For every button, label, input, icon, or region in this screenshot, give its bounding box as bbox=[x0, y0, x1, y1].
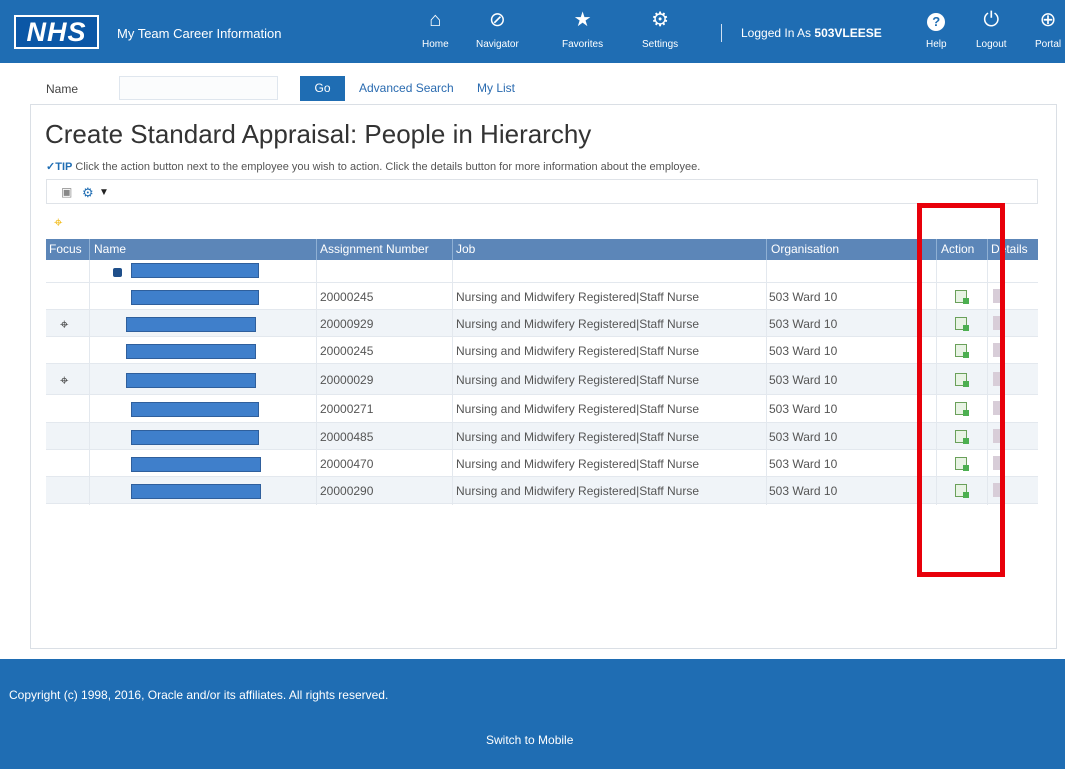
job-title: Nursing and Midwifery Registered|Staff N… bbox=[456, 317, 699, 331]
gear-icon: ⚙ bbox=[651, 9, 670, 31]
focus-icon[interactable]: ⌖ bbox=[60, 372, 68, 389]
table-header: Focus Name Assignment Number Job Organis… bbox=[46, 239, 1038, 260]
table-row: ⌖ 20000029 Nursing and Midwifery Registere… bbox=[46, 364, 1038, 395]
power-icon: ⏻ bbox=[983, 9, 1000, 31]
chevron-down-icon[interactable]: ▼ bbox=[99, 187, 109, 198]
table-row: 20000485 Nursing and Midwifery Registered… bbox=[46, 423, 1038, 450]
job-title: Nursing and Midwifery Registered|Staff N… bbox=[456, 373, 699, 387]
focus-icon[interactable]: ⌖ bbox=[60, 316, 68, 333]
header-divider bbox=[721, 24, 722, 42]
table-row-group bbox=[46, 260, 1038, 283]
organisation: 503 Ward 10 bbox=[769, 317, 838, 331]
name-search-input[interactable] bbox=[119, 76, 278, 100]
copyright-text: Copyright (c) 1998, 2016, Oracle and/or … bbox=[9, 688, 389, 702]
job-title: Nursing and Midwifery Registered|Staff N… bbox=[456, 457, 699, 471]
table-row: 20000290 Nursing and Midwifery Registered… bbox=[46, 477, 1038, 504]
redacted-name[interactable] bbox=[131, 484, 261, 499]
home-icon: ⌂ bbox=[429, 9, 442, 31]
detach-icon[interactable]: ▣ bbox=[61, 185, 72, 199]
redacted-name[interactable] bbox=[131, 430, 259, 445]
header-assignment: Assignment Number bbox=[320, 242, 429, 256]
redacted-name[interactable] bbox=[131, 263, 259, 278]
nav-portal[interactable]: ⊕ Portal bbox=[1035, 8, 1061, 50]
search-bar: Name Go Advanced Search My List bbox=[0, 63, 1065, 109]
assignment-number: 20000245 bbox=[320, 344, 374, 358]
nav-settings[interactable]: ⚙ Settings bbox=[642, 8, 678, 50]
table-row: 20000245 Nursing and Midwifery Registered… bbox=[46, 337, 1038, 364]
redacted-name[interactable] bbox=[131, 290, 259, 305]
nav-favorites-label: Favorites bbox=[562, 39, 604, 50]
job-title: Nursing and Midwifery Registered|Staff N… bbox=[456, 344, 699, 358]
table-row: 20000271 Nursing and Midwifery Registered… bbox=[46, 395, 1038, 423]
help-icon: ? bbox=[927, 13, 946, 31]
assignment-number: 20000470 bbox=[320, 457, 374, 471]
table-row: 20000470 Nursing and Midwifery Registered… bbox=[46, 450, 1038, 477]
header-name: Name bbox=[94, 242, 127, 256]
nhs-logo[interactable]: NHS bbox=[14, 15, 99, 49]
redacted-name[interactable] bbox=[126, 344, 256, 359]
tip-label: ✓TIP bbox=[46, 161, 73, 173]
organisation: 503 Ward 10 bbox=[769, 290, 838, 304]
nav-portal-label: Portal bbox=[1035, 39, 1062, 50]
organisation: 503 Ward 10 bbox=[769, 457, 838, 471]
assignment-number: 20000271 bbox=[320, 402, 374, 416]
nav-logout-label: Logout bbox=[976, 39, 1007, 50]
organisation: 503 Ward 10 bbox=[769, 484, 838, 498]
job-title: Nursing and Midwifery Registered|Staff N… bbox=[456, 290, 699, 304]
go-button[interactable]: Go bbox=[300, 76, 345, 101]
gear-menu-icon[interactable]: ⚙ bbox=[82, 185, 94, 201]
my-list-link[interactable]: My List bbox=[477, 81, 515, 95]
logged-in-status: Logged In As 503VLEESE bbox=[741, 26, 882, 40]
collapse-icon[interactable] bbox=[113, 268, 122, 277]
header-organisation: Organisation bbox=[771, 242, 840, 256]
table-row: 20000245 Nursing and Midwifery Registered… bbox=[46, 283, 1038, 310]
nav-favorites[interactable]: ★ Favorites bbox=[562, 8, 603, 50]
page-title: Create Standard Appraisal: People in Hie… bbox=[45, 119, 592, 149]
focus-icon[interactable]: ⌖ bbox=[54, 214, 62, 231]
username: 503VLEESE bbox=[814, 26, 882, 40]
organisation: 503 Ward 10 bbox=[769, 430, 838, 444]
nav-navigator[interactable]: ⊘ Navigator bbox=[476, 8, 519, 50]
assignment-number: 20000029 bbox=[320, 373, 374, 387]
app-title: My Team Career Information bbox=[117, 26, 282, 41]
logged-in-prefix: Logged In As bbox=[741, 26, 812, 40]
header-job: Job bbox=[456, 242, 476, 256]
header-focus: Focus bbox=[49, 242, 82, 256]
job-title: Nursing and Midwifery Registered|Staff N… bbox=[456, 430, 699, 444]
tip-text: ✓TIP Click the action button next to the… bbox=[46, 160, 700, 173]
nav-settings-label: Settings bbox=[642, 39, 679, 50]
job-title: Nursing and Midwifery Registered|Staff N… bbox=[456, 402, 699, 416]
nav-help-label: Help bbox=[926, 39, 947, 50]
nav-navigator-label: Navigator bbox=[476, 39, 519, 50]
assignment-number: 20000485 bbox=[320, 430, 374, 444]
star-icon: ★ bbox=[573, 9, 592, 31]
redacted-name[interactable] bbox=[126, 373, 256, 388]
name-label: Name bbox=[46, 82, 79, 96]
assignment-number: 20000245 bbox=[320, 290, 374, 304]
organisation: 503 Ward 10 bbox=[769, 402, 838, 416]
switch-to-mobile-link[interactable]: Switch to Mobile bbox=[486, 733, 573, 747]
job-title: Nursing and Midwifery Registered|Staff N… bbox=[456, 484, 699, 498]
assignment-number: 20000290 bbox=[320, 484, 374, 498]
footer: Copyright (c) 1998, 2016, Oracle and/or … bbox=[0, 659, 1065, 769]
tip-message: Click the action button next to the empl… bbox=[75, 161, 701, 173]
check-icon: ✓ bbox=[46, 161, 56, 173]
redacted-name[interactable] bbox=[131, 402, 259, 417]
table-row: ⌖ 20000929 Nursing and Midwifery Registere… bbox=[46, 310, 1038, 337]
globe-icon: ⊕ bbox=[1039, 9, 1057, 31]
action-column-highlight bbox=[917, 203, 1005, 577]
nav-help[interactable]: ? Help bbox=[926, 8, 947, 50]
organisation: 503 Ward 10 bbox=[769, 373, 838, 387]
nav-home-label: Home bbox=[422, 39, 449, 50]
nav-home[interactable]: ⌂ Home bbox=[422, 8, 449, 50]
organisation: 503 Ward 10 bbox=[769, 344, 838, 358]
redacted-name[interactable] bbox=[131, 457, 261, 472]
assignment-number: 20000929 bbox=[320, 317, 374, 331]
top-header: NHS My Team Career Information ⌂ Home ⊘ … bbox=[0, 0, 1065, 63]
advanced-search-link[interactable]: Advanced Search bbox=[359, 81, 454, 95]
nav-logout[interactable]: ⏻ Logout bbox=[976, 8, 1007, 50]
compass-icon: ⊘ bbox=[489, 9, 506, 31]
redacted-name[interactable] bbox=[126, 317, 256, 332]
table-toolbar: ▣ ⚙ ▼ bbox=[46, 179, 1038, 204]
